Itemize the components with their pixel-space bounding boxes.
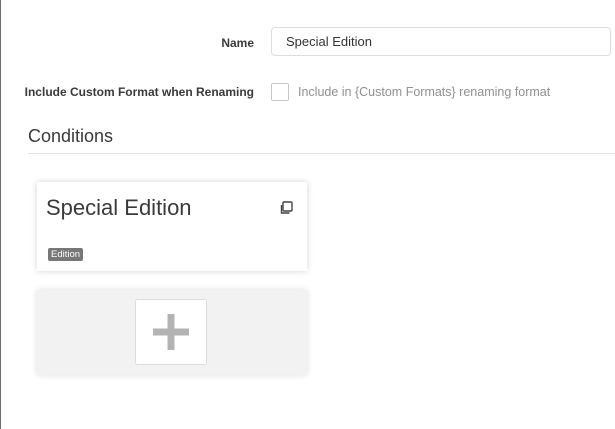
- conditions-title: Conditions: [28, 126, 114, 146]
- add-specification-button[interactable]: [135, 299, 207, 365]
- section-divider: [28, 153, 615, 154]
- name-label: Name: [221, 35, 254, 50]
- name-input[interactable]: [271, 27, 611, 56]
- specification-name: Special Edition: [46, 195, 192, 220]
- include-custom-format-label: Include Custom Format when Renaming: [24, 85, 254, 99]
- include-custom-format-row: Include Custom Format when Renaming Incl…: [0, 80, 615, 104]
- plus-icon: [153, 314, 189, 350]
- specification-card[interactable]: Special Edition Edition: [37, 182, 307, 271]
- include-custom-format-checkbox[interactable]: [271, 83, 289, 101]
- name-row: Name: [0, 27, 615, 58]
- include-custom-format-help: Include in {Custom Formats} renaming for…: [298, 85, 551, 99]
- specification-tag: Edition: [48, 248, 84, 261]
- clone-icon[interactable]: [279, 201, 293, 215]
- add-specification-card: [37, 290, 307, 375]
- left-border: [0, 0, 1, 429]
